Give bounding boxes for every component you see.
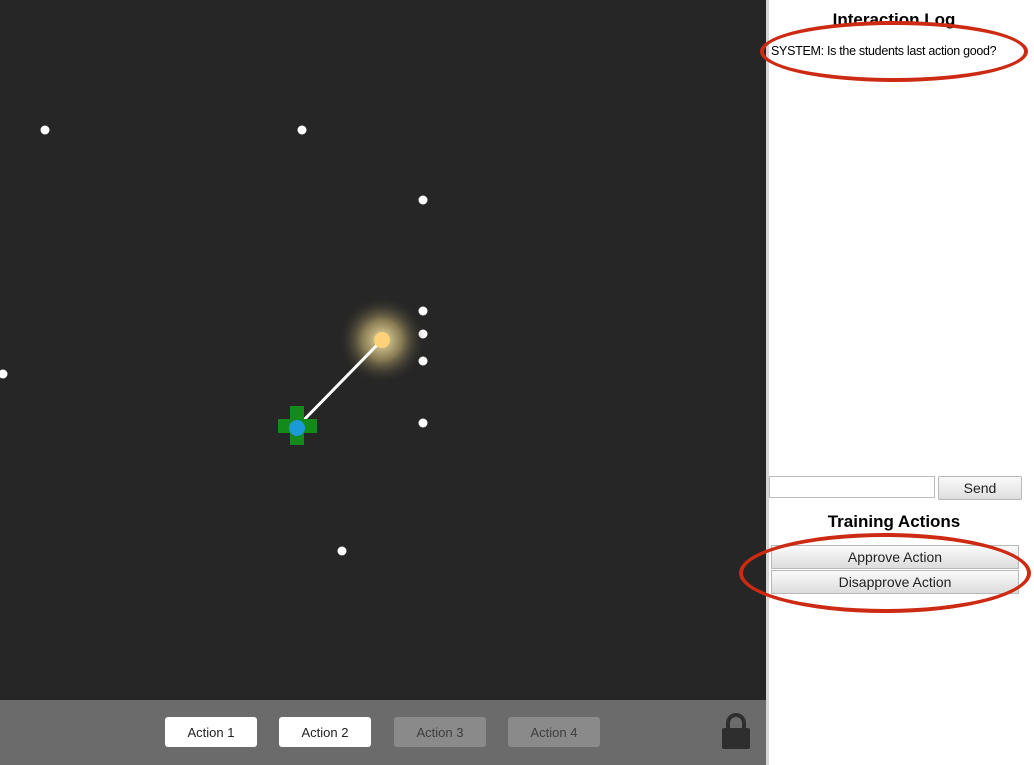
agent-marker: [289, 420, 305, 436]
agent-path-line: [295, 338, 384, 429]
side-panel: Interaction Log SYSTEM: Is the students …: [769, 0, 1034, 765]
action-4-button: Action 4: [508, 717, 600, 747]
waypoint-dot: [418, 195, 428, 205]
goal-point: [374, 332, 390, 348]
game-scene: [0, 125, 428, 556]
game-canvas[interactable]: [0, 0, 766, 700]
action-2-button[interactable]: Action 2: [279, 717, 371, 747]
waypoint-dot: [40, 125, 50, 135]
waypoint-dot: [418, 418, 428, 428]
action-1-button[interactable]: Action 1: [165, 717, 257, 747]
training-highlight-ring: [739, 533, 1031, 613]
padlock-icon[interactable]: [720, 712, 752, 750]
action-toolbar: Action 1 Action 2 Action 3 Action 4: [0, 700, 766, 765]
waypoint-dot: [418, 306, 428, 316]
action-3-button: Action 3: [394, 717, 486, 747]
waypoint-dot: [297, 125, 307, 135]
waypoint-dot: [337, 546, 347, 556]
waypoint-dot: [0, 369, 8, 379]
log-highlight-ring: [760, 21, 1028, 82]
chat-input[interactable]: [769, 476, 935, 498]
training-actions-title: Training Actions: [827, 512, 961, 531]
send-button[interactable]: Send: [938, 476, 1022, 500]
